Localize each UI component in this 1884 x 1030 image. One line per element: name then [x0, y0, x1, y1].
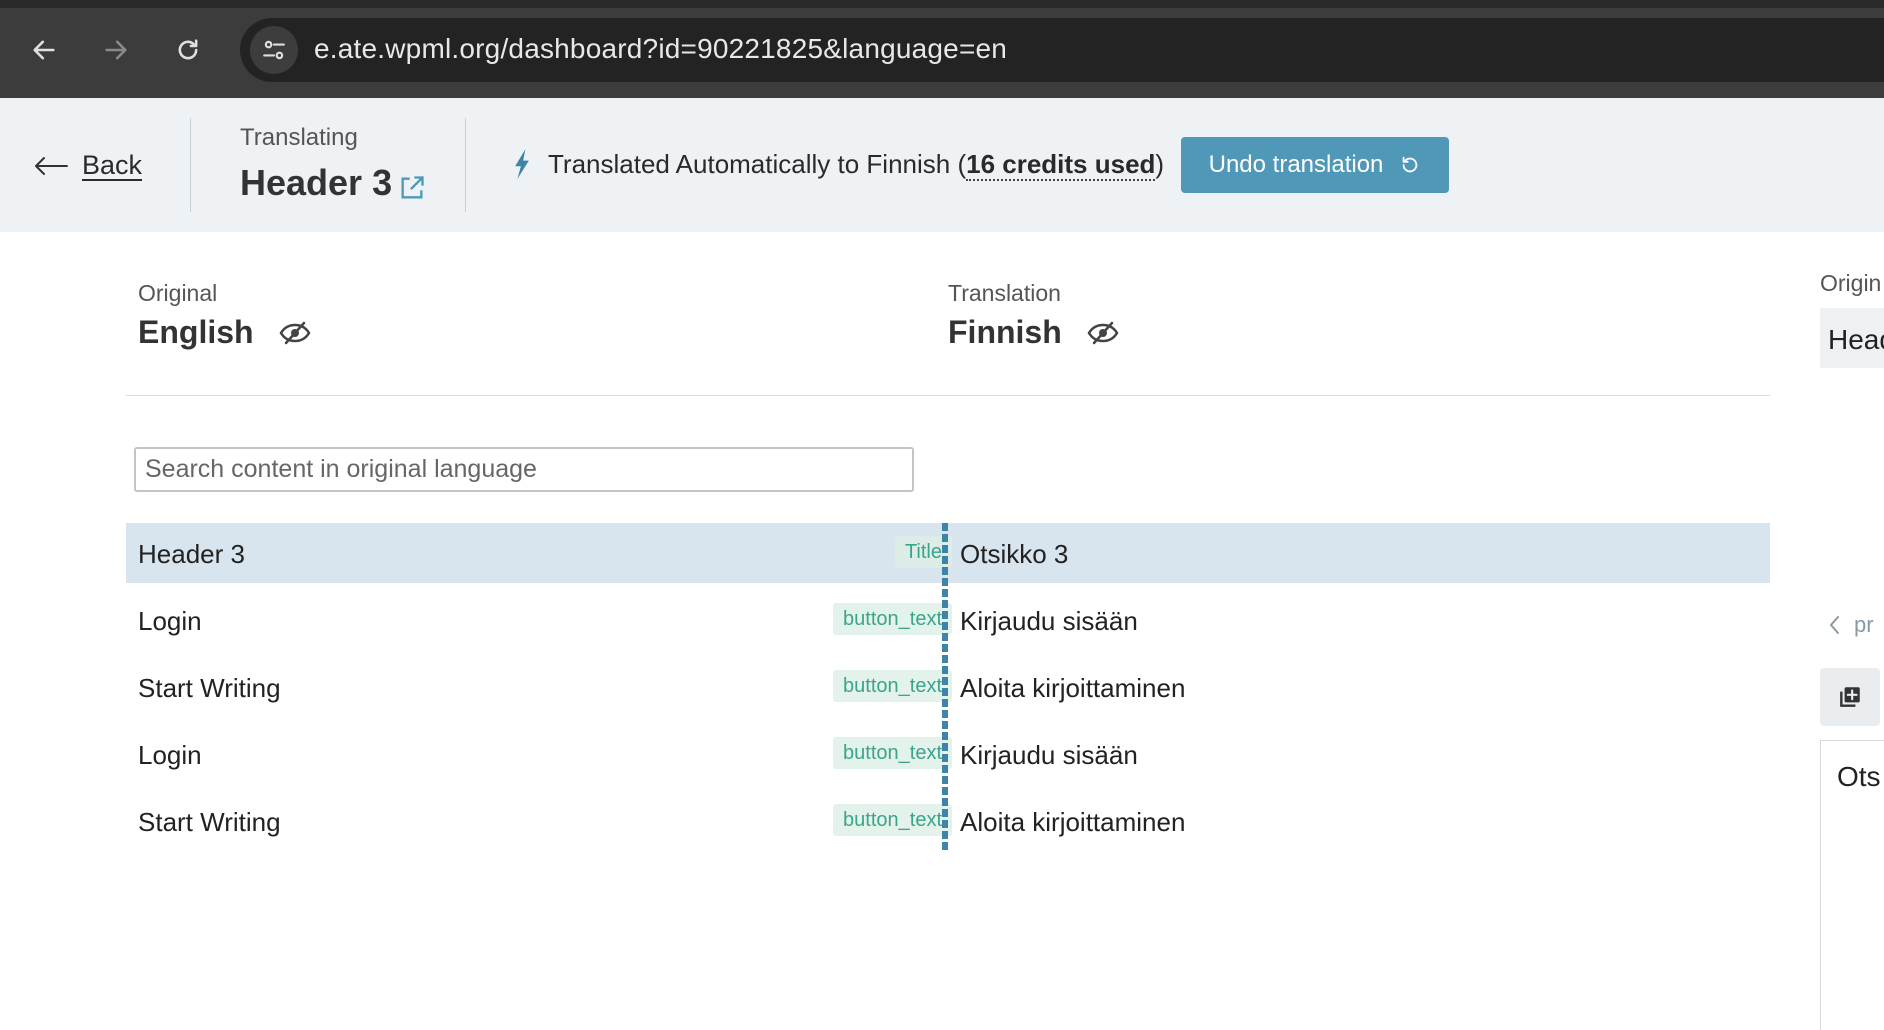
browser-reload-button[interactable]	[166, 28, 210, 72]
original-text: Login	[138, 606, 202, 636]
status-text: Translated Automatically to Finnish (16 …	[548, 148, 1165, 181]
translating-label: Translating	[240, 124, 358, 151]
copy-original-button[interactable]	[1820, 668, 1880, 726]
lightning-icon	[515, 149, 529, 179]
search-input[interactable]	[134, 447, 914, 492]
original-text: Header 3	[138, 539, 245, 569]
original-text: Start Writing	[138, 673, 281, 703]
url-text[interactable]: e.ate.wpml.org/dashboard?id=90221825&lan…	[314, 33, 1007, 65]
column-divider	[942, 523, 948, 853]
segment-row[interactable]: Header 3 Title Otsikko 3	[126, 523, 1770, 583]
field-tag: button_text	[833, 804, 952, 836]
credits-used[interactable]: 16 credits used	[966, 148, 1156, 181]
field-tag: button_text	[833, 737, 952, 769]
translation-column-label: Translation	[948, 280, 1061, 306]
translation-text[interactable]: Aloita kirjoittaminen	[960, 807, 1185, 838]
field-tag: button_text	[833, 603, 952, 635]
translation-text[interactable]: Otsikko 3	[960, 539, 1068, 570]
previous-label: pr	[1854, 612, 1874, 637]
original-text: Start Writing	[138, 807, 281, 837]
translation-language-name: Finnish	[948, 314, 1062, 350]
tune-icon	[263, 40, 285, 60]
arrow-left-icon	[33, 40, 55, 60]
external-link-icon[interactable]	[398, 174, 426, 202]
eye-off-icon[interactable]	[278, 319, 312, 347]
previous-segment-link[interactable]: pr	[1828, 612, 1874, 638]
arrow-right-icon	[105, 40, 127, 60]
header-divider	[465, 118, 466, 212]
tab-strip	[0, 0, 1884, 8]
undo-icon	[1403, 156, 1418, 173]
arrow-left-icon	[35, 156, 68, 175]
browser-back-button[interactable]	[22, 28, 66, 72]
heading-divider	[126, 395, 1770, 396]
document-title-text: Header 3	[240, 162, 393, 203]
translation-language: Finnish	[948, 314, 1120, 351]
browser-forward-button[interactable]	[94, 28, 138, 72]
chevron-left-icon	[1830, 616, 1839, 634]
side-panel-translation-editor[interactable]: Ots	[1820, 740, 1884, 1030]
segment-row[interactable]: Start Writing button_text Aloita kirjoit…	[126, 657, 1770, 717]
auto-translation-status: Translated Automatically to Finnish (16 …	[512, 148, 1165, 181]
back-link[interactable]: Back	[34, 150, 142, 181]
copy-icon	[1840, 687, 1860, 707]
site-info-button[interactable]	[250, 26, 298, 74]
field-tag: button_text	[833, 670, 952, 702]
undo-label: Undo translation	[1208, 151, 1384, 178]
undo-translation-button[interactable]: Undo translation	[1181, 137, 1449, 193]
side-panel-original-field: Head	[1820, 308, 1884, 368]
back-label: Back	[82, 150, 143, 180]
translation-text[interactable]: Kirjaudu sisään	[960, 606, 1138, 637]
original-language-name: English	[138, 314, 254, 350]
original-column-label: Original	[138, 280, 218, 306]
segment-row[interactable]: Login button_text Kirjaudu sisään	[126, 590, 1770, 650]
segment-row[interactable]: Start Writing button_text Aloita kirjoit…	[126, 791, 1770, 851]
reload-icon	[178, 39, 198, 60]
translation-text[interactable]: Aloita kirjoittaminen	[960, 673, 1185, 704]
header-divider	[190, 118, 191, 212]
original-language: English	[138, 314, 312, 351]
eye-off-icon[interactable]	[1086, 319, 1120, 347]
original-text: Login	[138, 740, 202, 770]
browser-toolbar: e.ate.wpml.org/dashboard?id=90221825&lan…	[0, 0, 1884, 98]
segment-row[interactable]: Login button_text Kirjaudu sisään	[126, 724, 1770, 784]
translation-text[interactable]: Kirjaudu sisään	[960, 740, 1138, 771]
side-panel-label: Origin	[1820, 270, 1882, 296]
document-title: Header 3	[240, 162, 426, 204]
